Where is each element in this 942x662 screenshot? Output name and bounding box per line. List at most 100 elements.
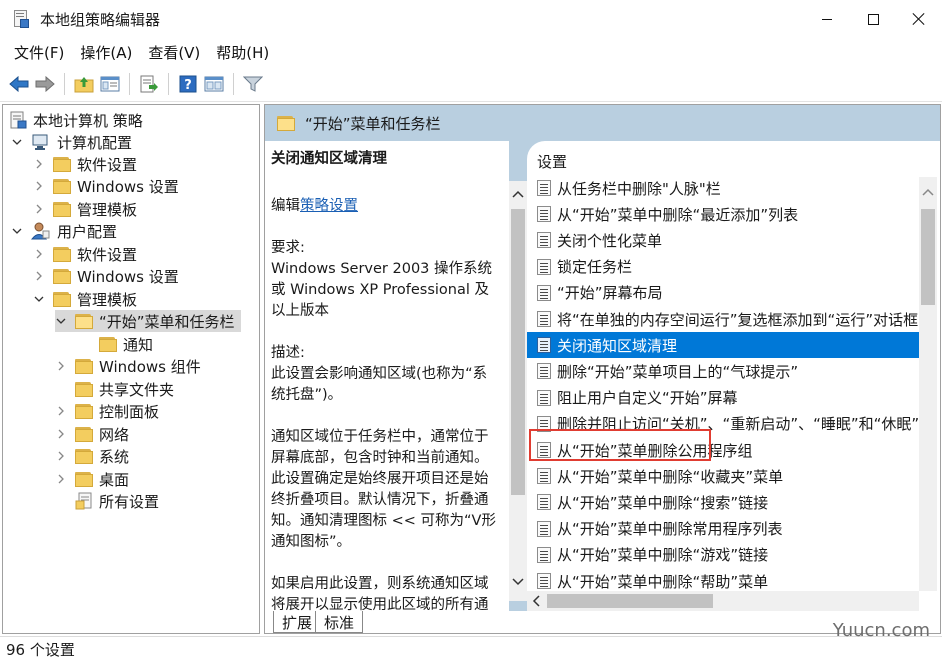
settings-row[interactable]: 锁定任务栏: [527, 254, 919, 280]
settings-row[interactable]: 关闭个性化菜单: [527, 227, 919, 253]
back-button[interactable]: [7, 72, 31, 96]
scroll-up-icon[interactable]: [922, 187, 934, 199]
tree-pane[interactable]: 本地计算机 策略 计算机配置 软件设置 Windows 设置 管理模板 用户配置…: [2, 104, 260, 634]
toolbar-separator: [129, 73, 130, 95]
up-folder-button[interactable]: [72, 72, 96, 96]
chevron-right-icon[interactable]: [33, 158, 45, 170]
chevron-down-icon[interactable]: [33, 293, 45, 305]
tree-root[interactable]: 本地计算机 策略: [9, 109, 143, 131]
settings-row[interactable]: 从“开始”菜单中删除“帮助”菜单: [527, 568, 919, 591]
policy-setting-icon: [537, 494, 551, 510]
chevron-right-icon[interactable]: [55, 428, 67, 440]
tree-item-control-panel[interactable]: 控制面板: [55, 400, 159, 422]
settings-row[interactable]: 阻止用户自定义“开始”屏幕: [527, 385, 919, 411]
settings-row-label: 阻止用户自定义“开始”屏幕: [557, 387, 738, 408]
scrollbar-thumb[interactable]: [921, 209, 935, 305]
scrollbar-thumb[interactable]: [547, 594, 713, 608]
menu-view[interactable]: 查看(V): [140, 42, 208, 63]
tree-item-uc-windows[interactable]: Windows 设置: [33, 265, 179, 287]
requirements-text: Windows Server 2003 操作系统或 Windows XP Pro…: [271, 259, 499, 322]
tab-extended[interactable]: 扩展: [273, 611, 320, 633]
maximize-button[interactable]: [850, 0, 896, 38]
scroll-left-icon[interactable]: [531, 595, 543, 607]
menu-help[interactable]: 帮助(H): [208, 42, 277, 63]
menu-action[interactable]: 操作(A): [72, 42, 140, 63]
chevron-right-icon[interactable]: [55, 405, 67, 417]
tree-label-control-panel: 控制面板: [99, 401, 159, 422]
tree-item-uc-software[interactable]: 软件设置: [33, 243, 137, 265]
settings-row[interactable]: 删除并阻止访问“关机”、“重新启动”、“睡眠”和“休眠”命令: [527, 411, 919, 437]
forward-button[interactable]: [33, 72, 57, 96]
chevron-right-icon[interactable]: [55, 450, 67, 462]
help-button[interactable]: ?: [176, 72, 200, 96]
chevron-right-icon[interactable]: [33, 248, 45, 260]
settings-row-label: 从“开始”菜单中删除“收藏夹”菜单: [557, 466, 783, 487]
settings-row[interactable]: 从“开始”菜单中删除“搜索”链接: [527, 489, 919, 515]
app-icon: [12, 9, 30, 29]
tree-item-cc-software[interactable]: 软件设置: [33, 153, 137, 175]
scrollbar-thumb[interactable]: [511, 209, 525, 495]
minimize-icon: [822, 19, 832, 20]
chevron-right-icon[interactable]: [33, 180, 45, 192]
folder-icon: [99, 337, 117, 352]
tree-item-uc-admin[interactable]: 管理模板: [33, 288, 137, 310]
chevron-right-icon[interactable]: [55, 360, 67, 372]
description-scrollbar[interactable]: [509, 181, 527, 601]
chevron-right-icon[interactable]: [55, 473, 67, 485]
settings-row[interactable]: 从“开始”菜单中删除“收藏夹”菜单: [527, 463, 919, 489]
tree-item-cc-admin[interactable]: 管理模板: [33, 198, 137, 220]
settings-row[interactable]: 关闭通知区域清理: [527, 332, 919, 358]
minimize-button[interactable]: [804, 0, 850, 38]
settings-row-label: 将“在单独的内存空间运行”复选框添加到“运行”对话框: [557, 309, 918, 330]
tree-item-win-components[interactable]: Windows 组件: [55, 355, 201, 377]
settings-horizontal-scrollbar[interactable]: [527, 591, 919, 611]
show-hide-tree-button[interactable]: [98, 72, 122, 96]
tab-standard[interactable]: 标准: [315, 611, 363, 633]
tree-label-computer-config: 计算机配置: [57, 132, 132, 153]
chevron-down-icon[interactable]: [11, 136, 23, 148]
settings-row[interactable]: 删除“开始”菜单项目上的“气球提示”: [527, 358, 919, 384]
settings-row[interactable]: 从“开始”菜单中删除常用程序列表: [527, 516, 919, 542]
status-bar: 96 个设置: [0, 636, 942, 662]
tree-item-system[interactable]: 系统: [55, 445, 129, 467]
tree-item-shared-folders[interactable]: 共享文件夹: [75, 378, 174, 400]
chevron-right-icon[interactable]: [33, 270, 45, 282]
settings-row-label: 关闭通知区域清理: [557, 335, 677, 356]
chevron-down-icon[interactable]: [11, 225, 23, 237]
tree-item-desktop[interactable]: 桌面: [55, 468, 129, 490]
menu-bar: 文件(F) 操作(A) 查看(V) 帮助(H): [0, 38, 942, 66]
tree-item-cc-windows[interactable]: Windows 设置: [33, 175, 179, 197]
chevron-down-icon[interactable]: [55, 315, 67, 327]
settings-row[interactable]: 从“开始”菜单中删除“最近添加”列表: [527, 201, 919, 227]
settings-vertical-scrollbar[interactable]: [919, 177, 937, 591]
folder-icon: [75, 427, 93, 442]
tree-item-start-taskbar[interactable]: “开始”菜单和任务栏: [55, 310, 241, 332]
export-list-button[interactable]: [137, 72, 161, 96]
tree-label-system: 系统: [99, 446, 129, 467]
tree-item-computer-config[interactable]: 计算机配置: [11, 131, 132, 153]
properties-button[interactable]: [202, 72, 226, 96]
menu-file[interactable]: 文件(F): [6, 42, 72, 63]
edit-policy-link[interactable]: 策略设置: [300, 198, 358, 214]
settings-column-header[interactable]: 设置: [537, 151, 567, 172]
scroll-up-icon[interactable]: [512, 189, 524, 201]
tree-item-all-settings[interactable]: 所有设置: [75, 490, 159, 512]
chevron-right-icon[interactable]: [33, 203, 45, 215]
close-button[interactable]: [896, 0, 942, 38]
settings-row[interactable]: 从任务栏中删除"人脉"栏: [527, 175, 919, 201]
scroll-down-icon[interactable]: [512, 575, 524, 587]
settings-row[interactable]: 从“开始”菜单删除公用程序组: [527, 437, 919, 463]
folder-icon: [75, 359, 93, 374]
tree-label-notify: 通知: [123, 334, 153, 355]
settings-list[interactable]: 从任务栏中删除"人脉"栏从“开始”菜单中删除“最近添加”列表关闭个性化菜单锁定任…: [527, 175, 919, 591]
maximize-icon: [868, 14, 879, 25]
settings-row[interactable]: 从“开始”菜单中删除“游戏”链接: [527, 542, 919, 568]
policy-setting-icon: [537, 416, 551, 432]
tree-item-notify[interactable]: 通知: [99, 333, 153, 355]
filter-button[interactable]: [241, 72, 265, 96]
settings-row[interactable]: 将“在单独的内存空间运行”复选框添加到“运行”对话框: [527, 306, 919, 332]
tree-item-network[interactable]: 网络: [55, 423, 129, 445]
tree-item-user-config[interactable]: 用户配置: [11, 220, 117, 242]
settings-row[interactable]: “开始”屏幕布局: [527, 280, 919, 306]
settings-row-label: 关闭个性化菜单: [557, 230, 662, 251]
